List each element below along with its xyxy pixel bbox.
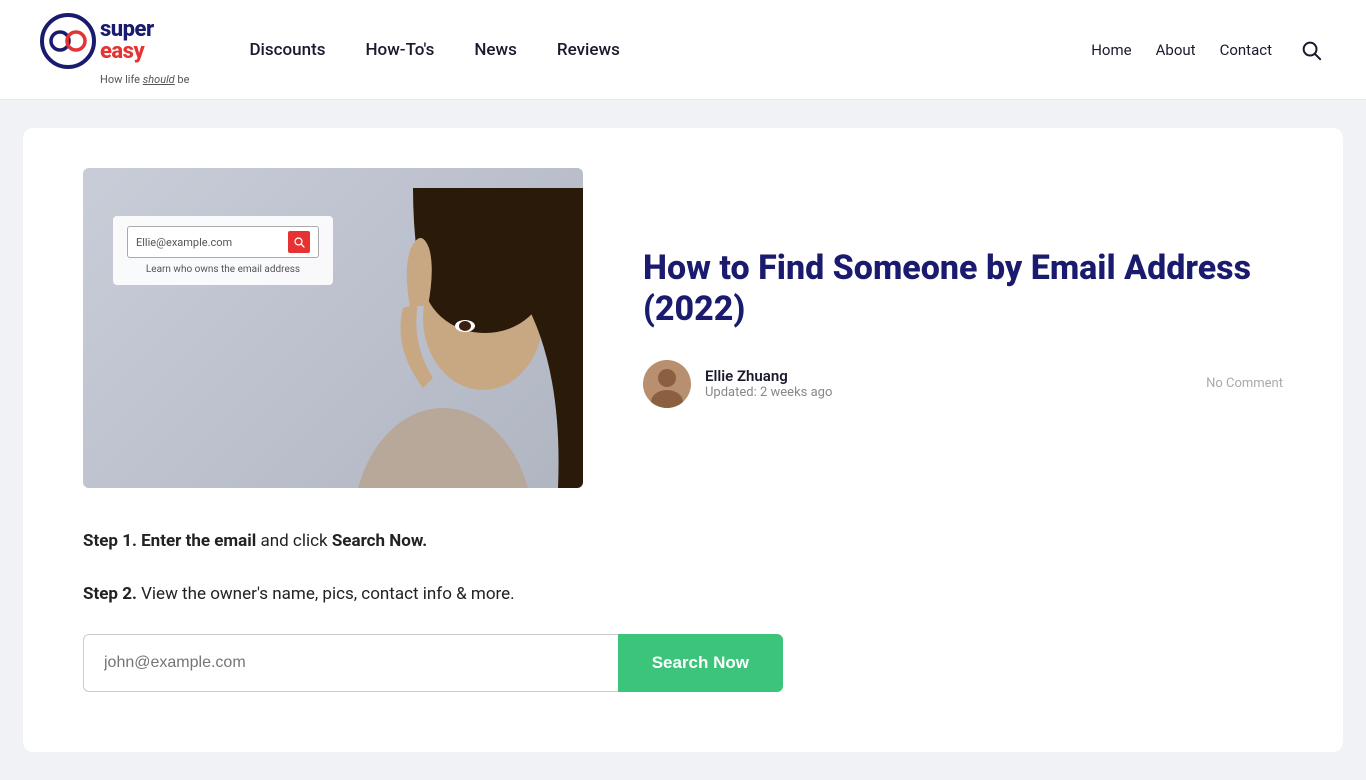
article-title: How to Find Someone by Email Address (20…	[643, 248, 1283, 330]
logo-text-block: super easy	[100, 19, 154, 63]
author-row: Ellie Zhuang Updated: 2 weeks ago No Com…	[643, 360, 1283, 408]
author-info: Ellie Zhuang Updated: 2 weeks ago	[705, 367, 832, 400]
main-nav: Discounts How-To's News Reviews	[249, 30, 619, 70]
avatar-icon	[643, 360, 691, 408]
hero-image-inner: Ellie@example.com Learn who owns the ema…	[83, 168, 583, 488]
nav-news[interactable]: News	[474, 30, 517, 70]
hero-search-caption: Learn who owns the email address	[127, 264, 319, 275]
step1-label: Step 1. Enter the email	[83, 531, 256, 551]
no-comment-badge: No Comment	[1206, 376, 1283, 391]
search-now-button[interactable]: Search Now	[618, 634, 783, 692]
author-avatar	[643, 360, 691, 408]
nav-about[interactable]: About	[1156, 41, 1196, 59]
article-meta: How to Find Someone by Email Address (20…	[643, 248, 1283, 408]
nav-howtos[interactable]: How-To's	[365, 30, 434, 70]
logo-tagline: How life should be	[100, 73, 189, 86]
step1-line: Step 1. Enter the email and click Search…	[83, 528, 1283, 555]
page-wrapper: Ellie@example.com Learn who owns the ema…	[23, 128, 1343, 752]
article-body: Step 1. Enter the email and click Search…	[83, 528, 1283, 692]
person-silhouette	[303, 188, 583, 488]
search-widget: Search Now	[83, 634, 783, 692]
hero-image-box: Ellie@example.com Learn who owns the ema…	[83, 168, 583, 488]
logo-easy-text: easy	[100, 41, 154, 63]
search-icon	[1300, 39, 1322, 61]
logo-icon	[40, 13, 96, 69]
hero-search-bar: Ellie@example.com	[127, 226, 319, 258]
person-svg	[303, 188, 583, 488]
step2-label: Step 2.	[83, 584, 137, 604]
author-updated: Updated: 2 weeks ago	[705, 385, 832, 400]
logo-mark: super easy	[40, 13, 154, 69]
hero-search-input-text: Ellie@example.com	[136, 236, 282, 249]
search-button-header[interactable]	[1296, 35, 1326, 65]
email-search-input[interactable]	[83, 634, 618, 692]
nav-reviews[interactable]: Reviews	[557, 30, 620, 70]
nav-contact[interactable]: Contact	[1220, 41, 1272, 59]
logo-area[interactable]: super easy How life should be	[40, 13, 189, 86]
header-left: super easy How life should be Discounts …	[40, 13, 620, 86]
article-header: Ellie@example.com Learn who owns the ema…	[83, 168, 1283, 488]
nav-home[interactable]: Home	[1091, 41, 1131, 59]
logo-super-text: super	[100, 19, 154, 41]
nav-discounts[interactable]: Discounts	[249, 30, 325, 70]
step1-search-now: Search Now.	[332, 531, 427, 551]
header-right: Home About Contact	[1091, 35, 1326, 65]
author-name: Ellie Zhuang	[705, 367, 832, 385]
step2-line: Step 2. View the owner's name, pics, con…	[83, 581, 1283, 608]
site-header: super easy How life should be Discounts …	[0, 0, 1366, 100]
logo-tagline-italic: should	[143, 73, 175, 86]
hero-search-widget: Ellie@example.com Learn who owns the ema…	[113, 216, 333, 285]
